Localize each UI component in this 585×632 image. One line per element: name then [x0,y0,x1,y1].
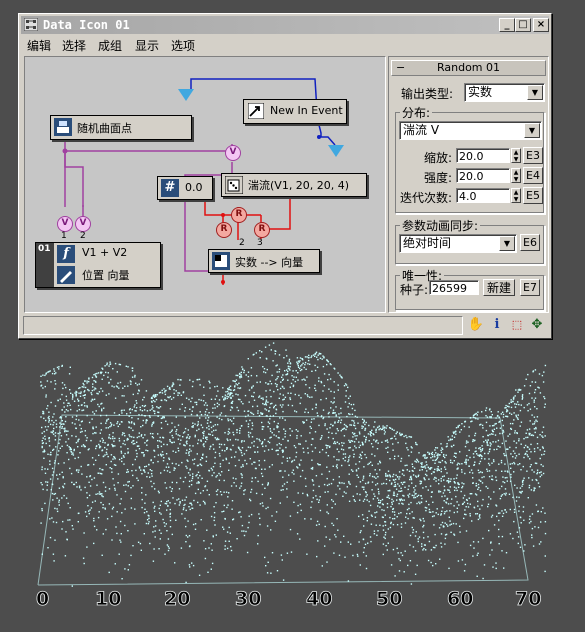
rollout-header[interactable]: − Random 01 [391,60,546,76]
node-real-to-vector-label: 实数 --> 向量 [235,256,304,269]
close-button[interactable]: × [533,18,549,32]
axis-label-50: 50 [376,588,403,611]
seed-e7-button[interactable]: E7 [520,279,540,296]
axis-label-40: 40 [306,588,333,611]
expression-id-strip: 01 [36,243,54,287]
seed-label: 种子: [400,283,429,297]
node-expression-formula: V1 + V2 [82,246,128,259]
chevron-down-icon[interactable]: ▼ [527,85,543,100]
distribution-dropdown[interactable]: 湍流 V ▼ [399,121,542,140]
node-expression-output: 位置 向量 [82,269,130,282]
port-v-in1[interactable]: V [57,216,73,232]
menu-bar: 编辑 选择 成组 显示 选项 [21,36,549,54]
title-bar[interactable]: Data Icon 01 _ □ × [21,16,549,34]
new-seed-button[interactable]: 新建 [483,279,515,296]
sync-e6-button[interactable]: E6 [520,234,540,251]
rollout-title: Random 01 [436,61,501,74]
axis-label-0: 0 [36,588,50,611]
expr-port-2: 2 [80,231,86,241]
event-icon [248,103,264,119]
node-turbulence[interactable]: 湍流(V1, 20, 20, 4) [221,173,367,197]
iterations-e5-button[interactable]: E5 [523,187,543,204]
chevron-down-icon[interactable]: ▼ [499,236,515,251]
sync-label: 参数动画同步: [400,217,481,234]
node-random-surface-point-label: 随机曲面点 [77,122,132,135]
distribution-label: 分布: [400,104,433,121]
node-turbulence-label: 湍流(V1, 20, 20, 4) [248,179,350,192]
menu-group[interactable]: 成组 [98,37,122,54]
maximize-button[interactable]: □ [515,18,531,32]
data-icon-window[interactable]: Data Icon 01 _ □ × 编辑 选择 成组 显示 选项 New In… [18,13,552,339]
distribution-value: 湍流 V [403,123,440,137]
chevron-down-icon[interactable]: ▼ [524,123,540,138]
hash-icon: # [161,179,179,197]
strength-e4-button[interactable]: E4 [523,167,543,184]
axis-label-10: 10 [95,588,122,611]
output-type-dropdown[interactable]: 实数 ▼ [464,83,545,102]
node-new-in-event-label: New In Event [270,104,343,117]
iterations-input[interactable]: 4.0 [456,188,510,203]
surface-point-icon [54,118,72,136]
axis-label-20: 20 [164,588,191,611]
minimize-button[interactable]: _ [499,18,515,32]
output-type-value: 实数 [468,85,493,99]
rtv-port-2: 2 [239,238,245,248]
convert-icon [212,252,230,270]
scale-input[interactable]: 20.0 [456,148,510,163]
sync-dropdown[interactable]: 绝对时间 ▼ [399,234,517,253]
region-select-icon[interactable]: ⬚ [508,316,526,334]
node-constant[interactable]: # 0.0 [157,176,213,200]
node-new-in-event[interactable]: New In Event [243,99,347,124]
dice-icon [225,176,243,194]
window-app-icon [24,18,38,31]
info-icon[interactable]: i [488,316,506,334]
scale-e3-button[interactable]: E3 [523,147,543,164]
port-r-2[interactable]: R [216,222,232,238]
status-field [23,316,463,335]
menu-options[interactable]: 选项 [171,37,195,54]
iterations-spinner[interactable]: ▲ ▼ [511,188,521,203]
port-r-1[interactable]: R [231,207,247,223]
strength-spinner[interactable]: ▲ ▼ [511,168,521,183]
node-expression[interactable]: 01 f V1 + V2 位置 向量 1 2 [35,231,161,288]
pan-hand-icon[interactable]: ✋ [467,316,485,334]
output-type-label: 输出类型: [401,87,454,101]
node-real-to-vector[interactable]: 实数 --> 向量 2 3 [208,238,320,273]
strength-input[interactable]: 20.0 [456,168,510,183]
rollout-collapse-toggle[interactable]: − [396,61,405,75]
port-v-turbulence[interactable]: V [225,145,241,161]
port-v-in2[interactable]: V [75,216,91,232]
scale-label: 缩放: [424,151,453,165]
strength-label: 强度: [424,171,453,185]
axis-label-30: 30 [235,588,262,611]
output-port-triangle[interactable] [178,89,194,101]
node-graph[interactable]: New In Event 随机曲面点 V # 0.0 湍流(V1, 20, 20… [24,56,386,313]
function-icon: f [57,245,75,263]
sync-value: 绝对时间 [403,236,452,250]
input-port-triangle[interactable] [328,145,344,157]
rtv-port-3: 3 [257,238,263,248]
port-r-3[interactable]: R [254,222,270,238]
seed-input[interactable]: 26599 [429,280,479,295]
node-random-surface-point[interactable]: 随机曲面点 [50,115,192,140]
menu-select[interactable]: 选择 [62,37,86,54]
menu-edit[interactable]: 编辑 [27,37,51,54]
pen-icon [57,266,75,284]
axis-label-70: 70 [515,588,542,611]
scale-spinner[interactable]: ▲ ▼ [511,148,521,163]
window-title: Data Icon 01 [43,18,130,32]
move-arrows-icon[interactable]: ✥ [528,316,546,334]
parameters-panel: − Random 01 输出类型: 实数 ▼ 分布: 湍流 V ▼ 缩放: 20… [388,56,549,313]
axis-label-60: 60 [447,588,474,611]
menu-display[interactable]: 显示 [135,37,159,54]
node-constant-value: 0.0 [185,181,203,194]
expr-port-1: 1 [61,231,67,241]
expression-id: 01 [38,244,51,254]
iterations-label: 迭代次数: [400,191,453,205]
